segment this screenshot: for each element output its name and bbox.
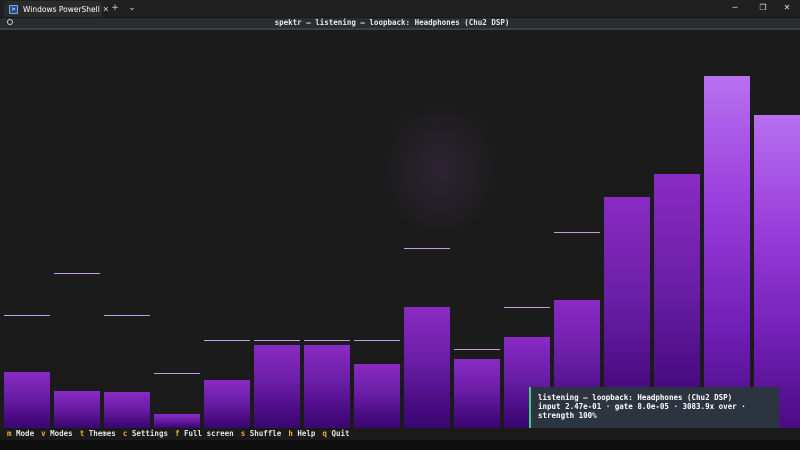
- spectrum-bar: [304, 345, 350, 428]
- spectrum-bar: [104, 392, 150, 428]
- key-hint-label: Quit: [326, 429, 350, 438]
- keybinding-bar: m Mode v Modes t Themes c Settings f Full sc…: [0, 428, 800, 440]
- key-hint-label: Modes: [45, 429, 73, 438]
- new-tab-button[interactable]: +: [107, 2, 123, 14]
- status-panel: listening — loopback: Headphones (Chu2 D…: [529, 387, 779, 429]
- key-hint-label: Help: [292, 429, 316, 438]
- tab-dropdown-icon[interactable]: ⌄: [124, 2, 140, 14]
- minimize-button[interactable]: ─: [722, 1, 748, 15]
- key-hint-label: Full screen: [179, 429, 234, 438]
- spectrum-peak-marker: [154, 373, 200, 374]
- spectrum-peak-marker: [354, 340, 400, 341]
- bottom-strip: [0, 440, 800, 450]
- spectrum-visualizer: [0, 30, 800, 428]
- spectrum-peak-marker: [54, 273, 100, 274]
- key-hint-label: Mode: [11, 429, 35, 438]
- key-hint-label: Settings: [127, 429, 168, 438]
- app-header: spektr — listening — loopback: Headphone…: [0, 18, 800, 30]
- tab-windows-powershell[interactable]: > Windows PowerShell ✕: [4, 1, 109, 17]
- title-bar: > Windows PowerShell ✕ + ⌄ ─ ❐ ✕: [0, 0, 800, 17]
- spectrum-peak-marker: [404, 248, 450, 249]
- spectrum-bar: [254, 345, 300, 428]
- spectrum-bar: [54, 391, 100, 428]
- spectrum-bar: [4, 372, 50, 428]
- powershell-icon: >: [9, 4, 18, 14]
- key-hint-themes[interactable]: t Themes: [80, 429, 116, 438]
- key-hint-modes[interactable]: v Modes: [41, 429, 73, 438]
- app-title: spektr — listening — loopback: Headphone…: [274, 18, 510, 27]
- spectrum-bar: [454, 359, 500, 428]
- key-hint-full-screen[interactable]: f Full screen: [175, 429, 234, 438]
- key-hint-shuffle[interactable]: s Shuffle: [241, 429, 282, 438]
- spectrum-peak-marker: [454, 349, 500, 350]
- spectrum-peak-marker: [4, 315, 50, 316]
- status-line-metrics: input 2.47e-01 · gate 8.0e-05 · 3083.9x …: [538, 402, 746, 420]
- spectrum-peak-marker: [204, 340, 250, 341]
- key-hint-quit[interactable]: q Quit: [322, 429, 349, 438]
- key-hint-label: Themes: [84, 429, 116, 438]
- key-hint-mode[interactable]: m Mode: [7, 429, 34, 438]
- terminal-window: > Windows PowerShell ✕ + ⌄ ─ ❐ ✕ spektr …: [0, 0, 800, 450]
- spectrum-peak-marker: [254, 340, 300, 341]
- spectrum-bar: [404, 307, 450, 428]
- key-hint-help[interactable]: h Help: [288, 429, 315, 438]
- tab-label: Windows PowerShell: [23, 4, 100, 14]
- status-line-source: listening — loopback: Headphones (Chu2 D…: [538, 393, 733, 402]
- spectrum-peak-marker: [304, 340, 350, 341]
- spectrum-peak-marker: [104, 315, 150, 316]
- spectrum-peak-marker: [554, 232, 600, 233]
- close-window-button[interactable]: ✕: [774, 1, 800, 15]
- spectrum-peak-marker: [504, 307, 550, 308]
- spectrum-bar: [354, 364, 400, 428]
- maximize-button[interactable]: ❐: [750, 1, 776, 15]
- spectrum-bar: [754, 115, 800, 428]
- spectrum-bar: [204, 380, 250, 428]
- spectrum-bar: [154, 414, 200, 428]
- key-hint-settings[interactable]: c Settings: [123, 429, 168, 438]
- spectrum-bar: [704, 76, 750, 428]
- key-hint-label: Shuffle: [245, 429, 282, 438]
- background-glow: [380, 100, 500, 240]
